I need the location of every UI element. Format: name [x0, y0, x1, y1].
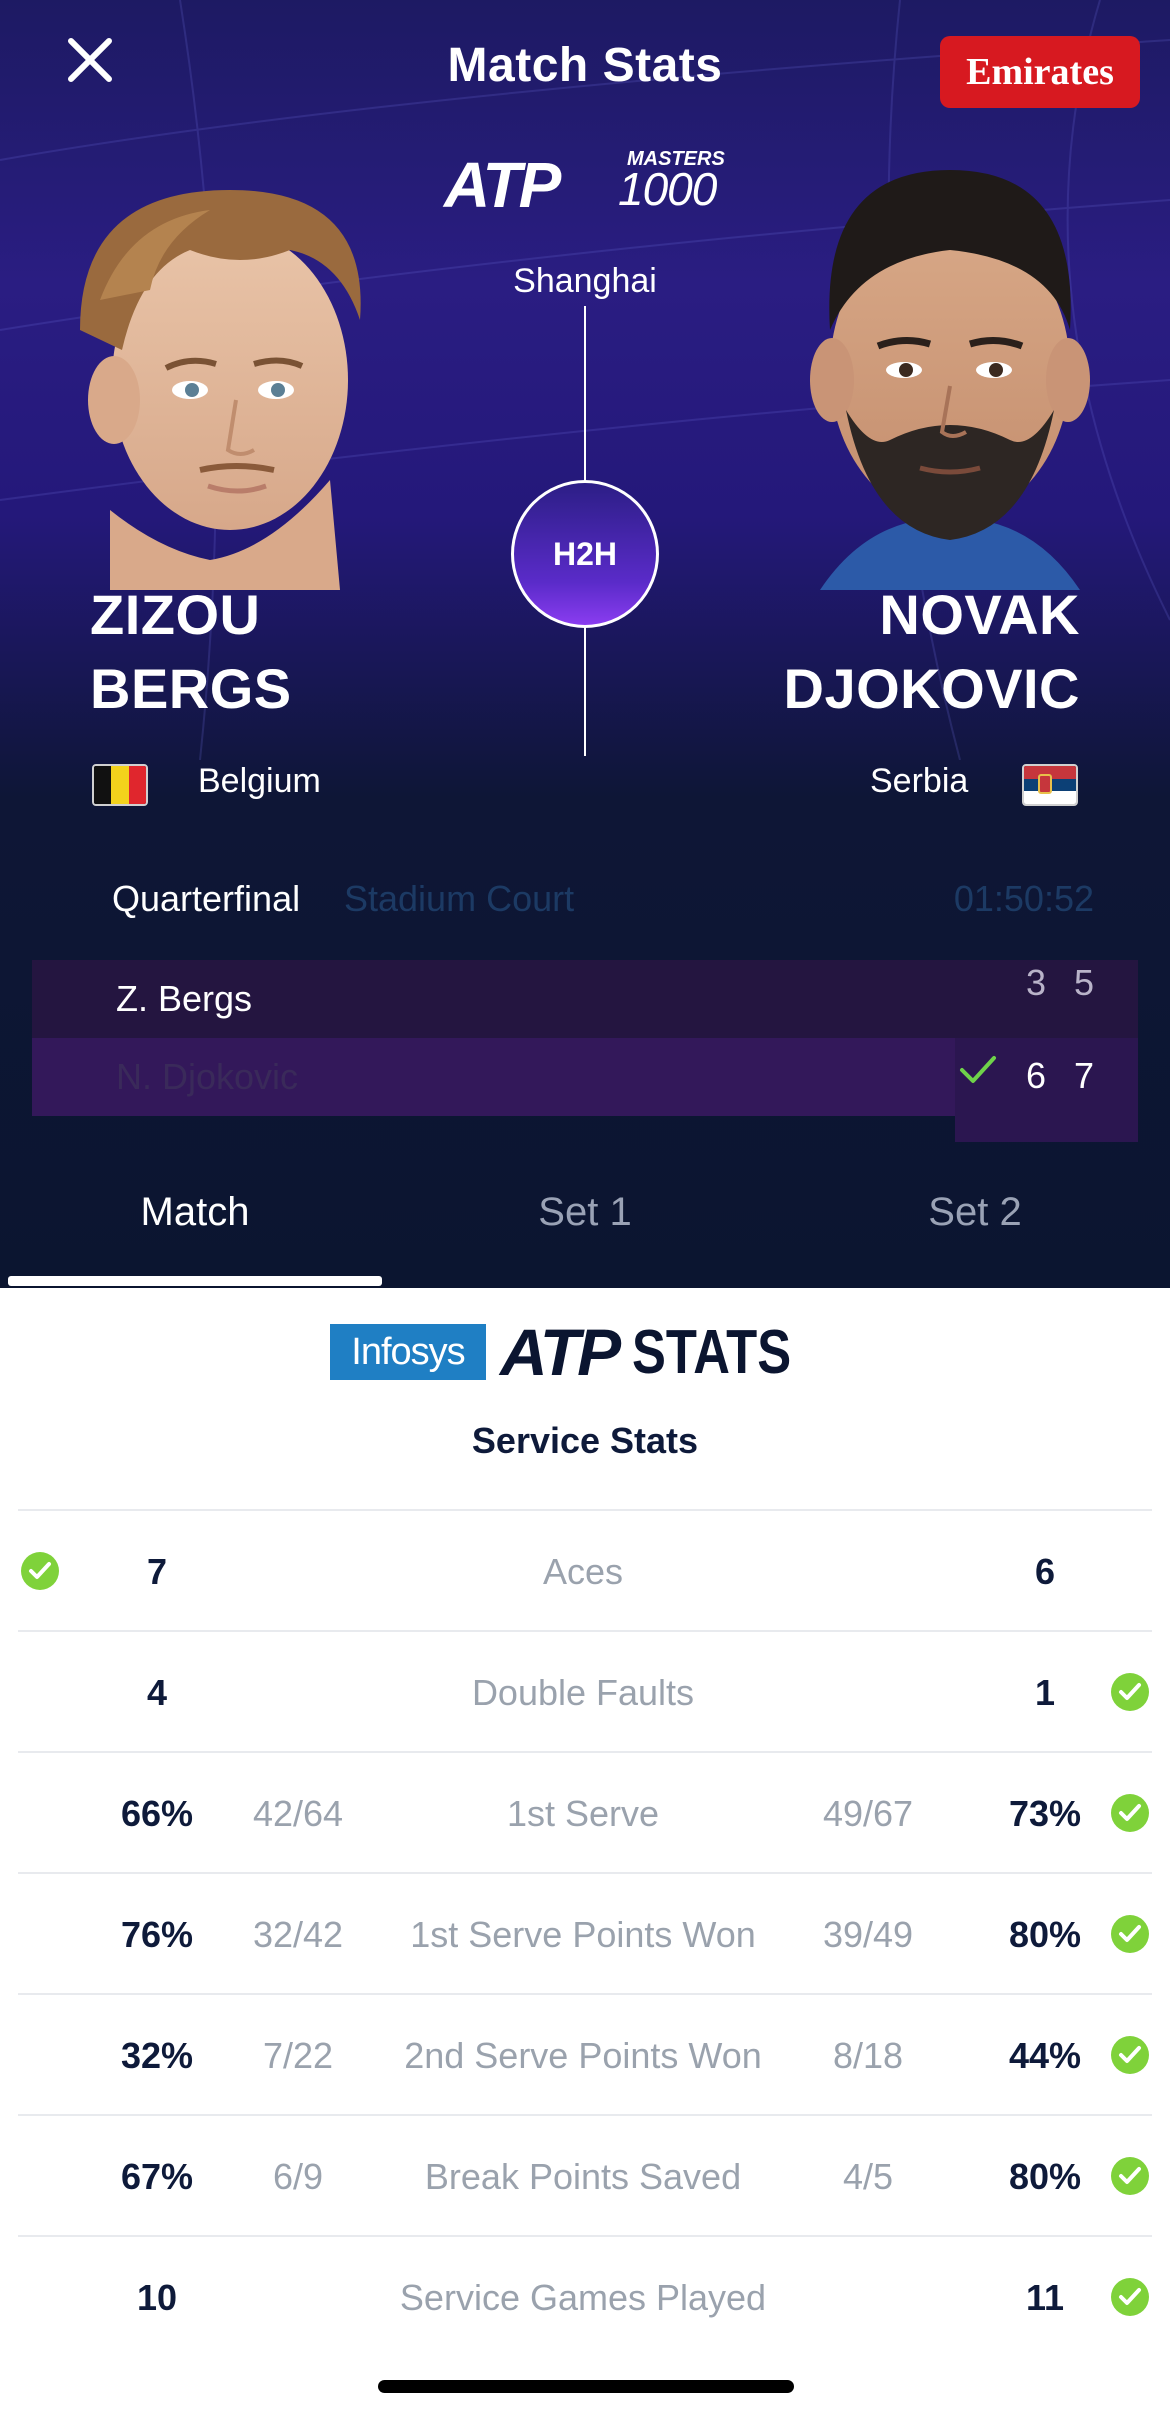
stat-row: 76% 32/42 1st Serve Points Won 39/49 80%: [18, 1872, 1152, 1993]
stat-right-value: 1: [1034, 1671, 1056, 1713]
stat-label: 2nd Serve Points Won: [404, 2034, 762, 2076]
stat-right-value: 6: [1034, 1550, 1056, 1592]
tab-match[interactable]: Match: [8, 1190, 382, 1235]
stat-right-fraction: 49/67: [822, 1792, 914, 1834]
stat-left-fraction: 7/22: [262, 2034, 334, 2076]
tab-set-1[interactable]: Set 1: [390, 1190, 780, 1235]
score-player-name: N. Djokovic: [116, 1056, 299, 1097]
player-photo-right: [810, 170, 1090, 590]
set-score: 5: [1074, 962, 1095, 1003]
infosys-logo: Infosys: [330, 1324, 486, 1380]
stat-right-fraction: 8/18: [832, 2034, 904, 2076]
leader-check-icon: [1111, 2157, 1149, 2195]
player-name-right[interactable]: NOVAK DJOKOVIC: [784, 578, 1081, 726]
stat-left-fraction: [218, 1511, 378, 1632]
stat-left-value: 76%: [120, 1913, 194, 1955]
home-indicator[interactable]: [378, 2380, 794, 2393]
stat-left-value: 7: [146, 1550, 168, 1592]
stats-logo-word: STATS: [632, 1317, 792, 1387]
stat-row: 66% 42/64 1st Serve 49/67 73%: [18, 1751, 1152, 1872]
stat-row: 32% 7/22 2nd Serve Points Won 8/18 44%: [18, 1993, 1152, 2114]
leader-check-icon: [1111, 2036, 1149, 2074]
stat-label: Break Points Saved: [424, 2155, 742, 2197]
stat-right-value: 73%: [1008, 1792, 1082, 1834]
stat-right-fraction: 4/5: [842, 2155, 894, 2197]
winner-check-icon: [960, 1056, 996, 1083]
stat-row: 67% 6/9 Break Points Saved 4/5 80%: [18, 2114, 1152, 2235]
stat-right-fraction: 39/49: [822, 1913, 914, 1955]
leader-check-icon: [1111, 2278, 1149, 2316]
player-first-name-left: ZIZOU: [90, 583, 261, 646]
match-duration: 01:50:52: [953, 878, 1094, 919]
set-score: 3: [1026, 962, 1047, 1003]
active-tab-indicator: [8, 1276, 382, 1286]
player-country-right: Serbia: [870, 762, 969, 800]
stat-left-fraction: [218, 1632, 378, 1753]
stat-right-value: 44%: [1008, 2034, 1082, 2076]
player-photo-left: [80, 190, 361, 590]
stat-right-value: 80%: [1008, 2155, 1082, 2197]
serbia-flag-icon: [1022, 764, 1078, 806]
player-last-name-right: DJOKOVIC: [783, 657, 1080, 720]
stat-label: Double Faults: [471, 1671, 695, 1713]
stat-left-value: 67%: [120, 2155, 194, 2197]
infosys-atp-stats-logo: Infosys ATP STATS: [330, 1315, 826, 1389]
stat-right-fraction: [788, 2237, 948, 2358]
atp-stats-logo-word: ATP: [500, 1315, 621, 1389]
stat-left-fraction: 42/64: [252, 1792, 344, 1834]
leader-check-icon: [1111, 1794, 1149, 1832]
stat-right-value: 80%: [1008, 1913, 1082, 1955]
match-court: Stadium Court: [344, 878, 575, 919]
leader-check-icon: [1111, 1915, 1149, 1953]
atp-logo-number: 1000: [618, 163, 717, 215]
stat-left-value: 32%: [120, 2034, 194, 2076]
player-name-left[interactable]: ZIZOU BERGS: [90, 578, 292, 726]
stat-label: Service Games Played: [399, 2276, 767, 2318]
player-first-name-right: NOVAK: [879, 583, 1080, 646]
stat-right-value: 11: [1025, 2276, 1065, 2318]
match-header: Match Stats Emirates ATP MASTERS 1000 Sh…: [0, 0, 1170, 1288]
stat-right-fraction: [788, 1511, 948, 1632]
player-country-left: Belgium: [198, 762, 321, 800]
stat-left-fraction: 32/42: [252, 1913, 344, 1955]
belgium-flag-icon: [92, 764, 148, 806]
stat-right-fraction: [788, 1632, 948, 1753]
divider-line: [584, 306, 586, 482]
stat-left-value: 66%: [120, 1792, 194, 1834]
section-title: Service Stats: [471, 1420, 699, 1461]
stat-left-value: 4: [146, 1671, 168, 1713]
tab-set-2[interactable]: Set 2: [780, 1190, 1170, 1235]
match-round: Quarterfinal: [112, 878, 301, 919]
player-last-name-left: BERGS: [90, 657, 292, 720]
stat-row: 4 Double Faults 1: [18, 1630, 1152, 1751]
stat-label: 1st Serve Points Won: [410, 1913, 756, 1955]
stat-label: Aces: [542, 1550, 624, 1592]
leader-check-icon: [1111, 1673, 1149, 1711]
divider-line: [584, 626, 586, 756]
h2h-button[interactable]: H2H: [511, 480, 659, 628]
set-score: 6: [1026, 1055, 1047, 1096]
sponsor-logo[interactable]: Emirates: [940, 36, 1140, 108]
leader-check-icon: [21, 1552, 59, 1590]
stat-row: 7 Aces 6: [18, 1509, 1152, 1630]
stat-row: 10 Service Games Played 11: [18, 2235, 1152, 2356]
stat-left-fraction: 6/9: [272, 2155, 324, 2197]
atp-logo-word: ATP: [444, 149, 561, 221]
stat-left-fraction: [218, 2237, 378, 2358]
stat-label: 1st Serve: [506, 1792, 660, 1834]
score-player-name: Z. Bergs: [116, 978, 253, 1019]
set-score: 7: [1074, 1055, 1095, 1096]
stat-left-value: 10: [136, 2276, 178, 2318]
